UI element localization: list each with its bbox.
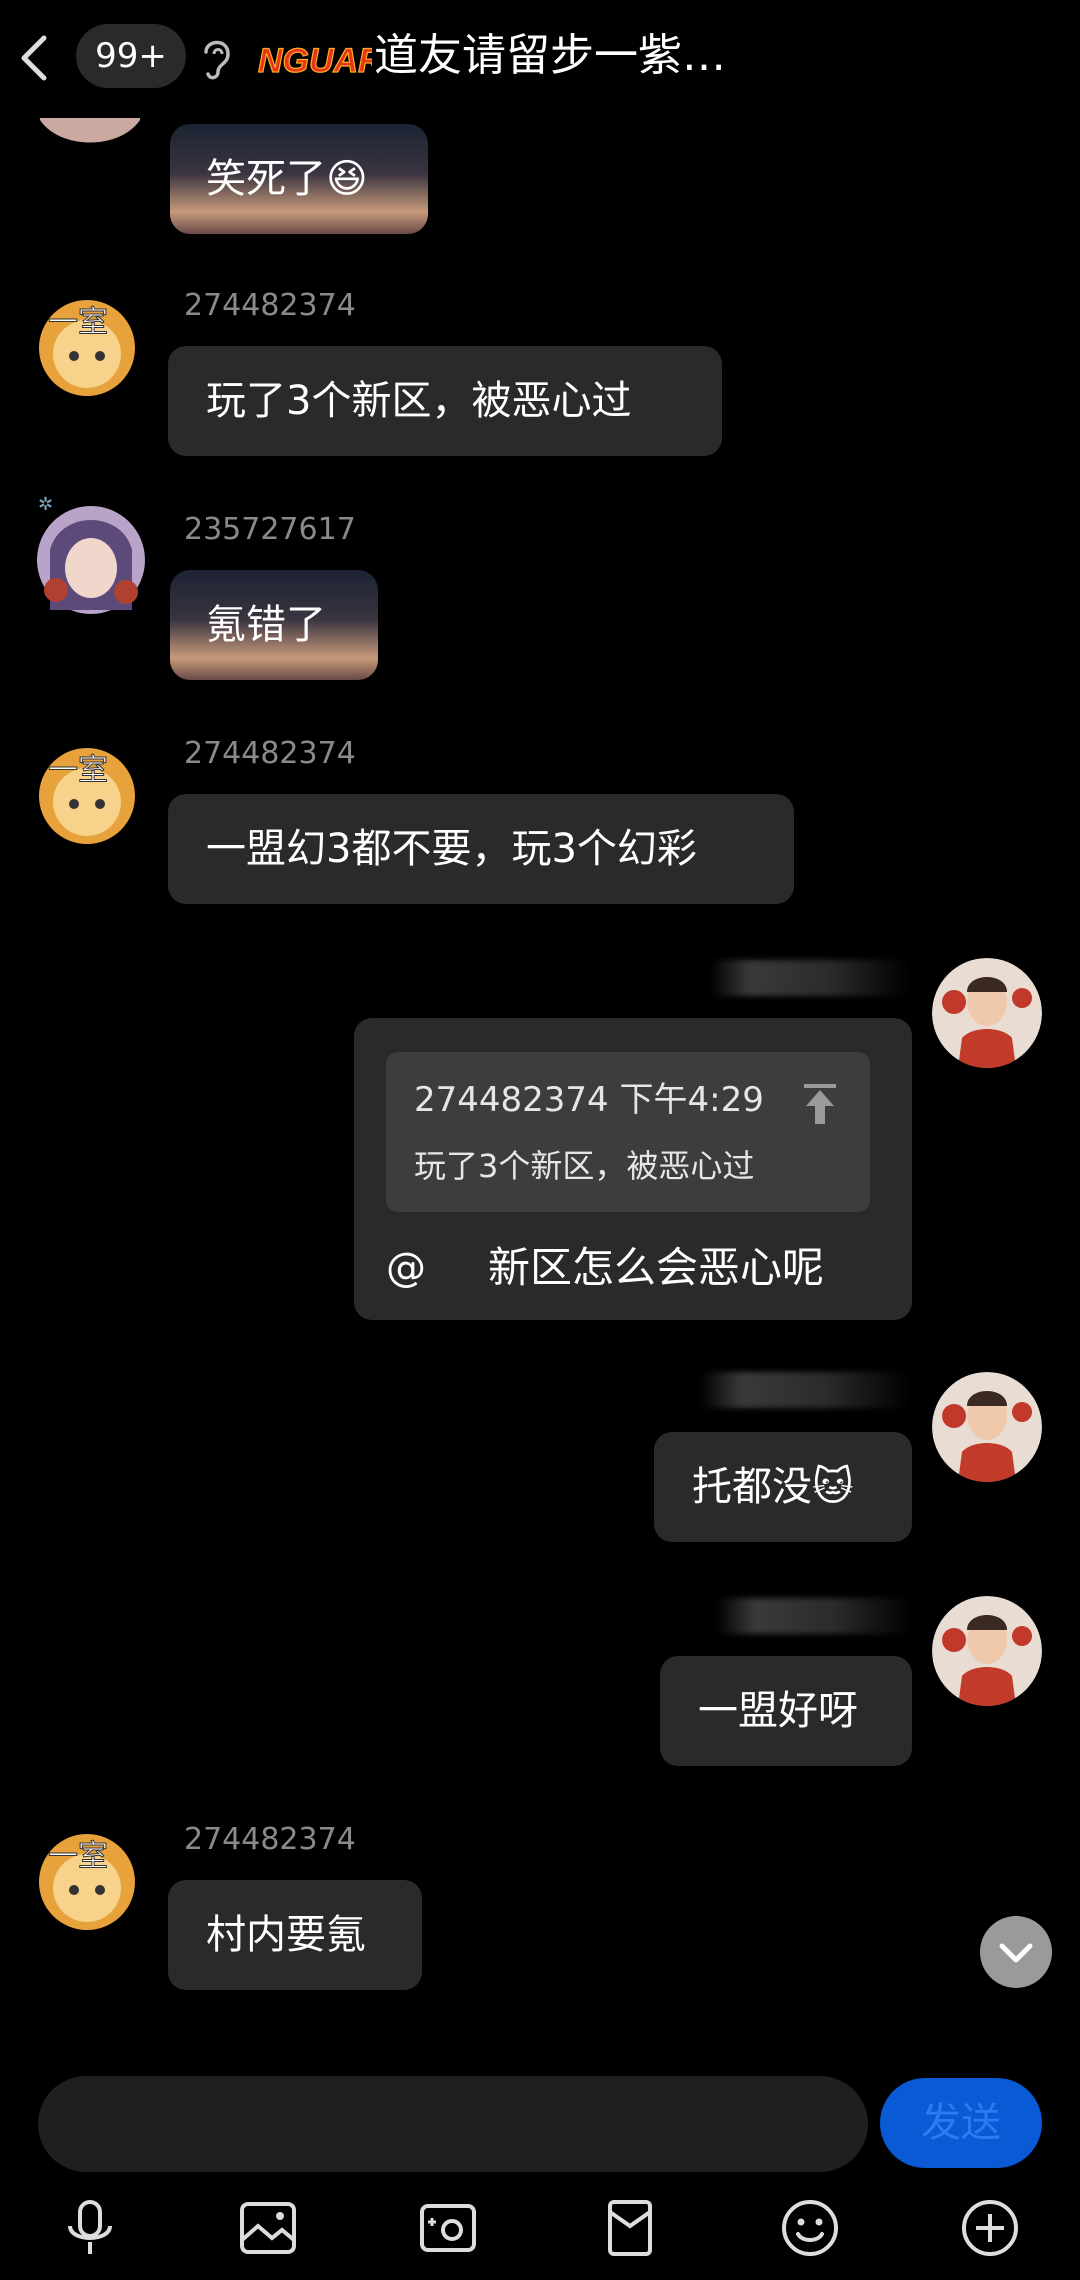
- message-text: 笑死了: [206, 156, 326, 202]
- image-message-bubble[interactable]: 氪错了: [170, 570, 378, 680]
- avatar[interactable]: 一室: [34, 1826, 140, 1932]
- self-avatar[interactable]: [932, 1372, 1042, 1482]
- plus-icon[interactable]: [958, 2196, 1022, 2260]
- message-bubble[interactable]: 一盟幻3都不要，玩3个幻彩: [168, 794, 794, 904]
- svg-text:一室: 一室: [48, 305, 108, 340]
- quoted-text: 玩了3个新区，被恶心过: [414, 1147, 755, 1185]
- quoted-sender: 274482374: [414, 1080, 609, 1120]
- avatar[interactable]: 一室: [34, 292, 140, 398]
- sender-name: 274482374: [184, 1822, 356, 1857]
- cat-emoji: 🐱: [812, 1464, 854, 1510]
- image-message-bubble[interactable]: 笑死了😆: [170, 124, 428, 234]
- scroll-to-bottom-button[interactable]: [980, 1916, 1052, 1988]
- self-avatar[interactable]: [932, 1596, 1042, 1706]
- svg-text:一室: 一室: [48, 753, 108, 788]
- message-input[interactable]: [38, 2076, 868, 2172]
- image-icon[interactable]: [236, 2196, 300, 2260]
- chevron-down-icon: [999, 1943, 1033, 1963]
- ear-icon[interactable]: [196, 34, 236, 82]
- logo-text: NGUARD: [258, 42, 372, 80]
- red-packet-icon[interactable]: [598, 2196, 662, 2260]
- quoted-time: 下午4:29: [619, 1080, 764, 1120]
- unread-count-badge[interactable]: 99+: [76, 24, 186, 88]
- self-avatar[interactable]: [932, 958, 1042, 1068]
- self-name-blurred: [710, 960, 910, 996]
- jump-to-quote-icon[interactable]: [796, 1080, 844, 1128]
- sender-name: 274482374: [184, 288, 356, 323]
- avatar[interactable]: 一室: [34, 740, 140, 846]
- message-bubble[interactable]: 玩了3个新区，被恶心过: [168, 346, 722, 456]
- message-bubble[interactable]: 托都没🐱: [654, 1432, 912, 1542]
- emoji-icon[interactable]: [778, 2196, 842, 2260]
- avatar[interactable]: ✲: [30, 490, 152, 622]
- back-arrow-icon[interactable]: [14, 28, 54, 88]
- self-name-blurred: [700, 1372, 910, 1408]
- sender-name: 235727617: [184, 512, 356, 547]
- send-button[interactable]: 发送: [880, 2078, 1042, 2168]
- camera-icon[interactable]: [416, 2196, 480, 2260]
- self-name-blurred: [716, 1598, 912, 1634]
- quoted-meta: 274482374 下午4:29: [414, 1076, 764, 1124]
- mention-at[interactable]: @: [386, 1238, 426, 1298]
- message-text: 新区怎么会恶心呢: [488, 1243, 825, 1292]
- chat-title[interactable]: 道友请留步一紫…: [374, 24, 894, 88]
- laughing-emoji: 😆: [326, 156, 368, 202]
- svg-text:✲: ✲: [38, 494, 53, 515]
- svg-text:一室: 一室: [48, 1839, 108, 1874]
- sender-name: 274482374: [184, 736, 356, 771]
- chat-header: 99+ NGUARD 道友请留步一紫…: [0, 0, 1080, 118]
- message-text: 托都没: [692, 1464, 812, 1510]
- message-bubble[interactable]: 村内要氪: [168, 1880, 422, 1990]
- group-logo: NGUARD: [254, 30, 407, 84]
- message-bubble[interactable]: 一盟好呀: [660, 1656, 912, 1766]
- microphone-icon[interactable]: [58, 2196, 122, 2260]
